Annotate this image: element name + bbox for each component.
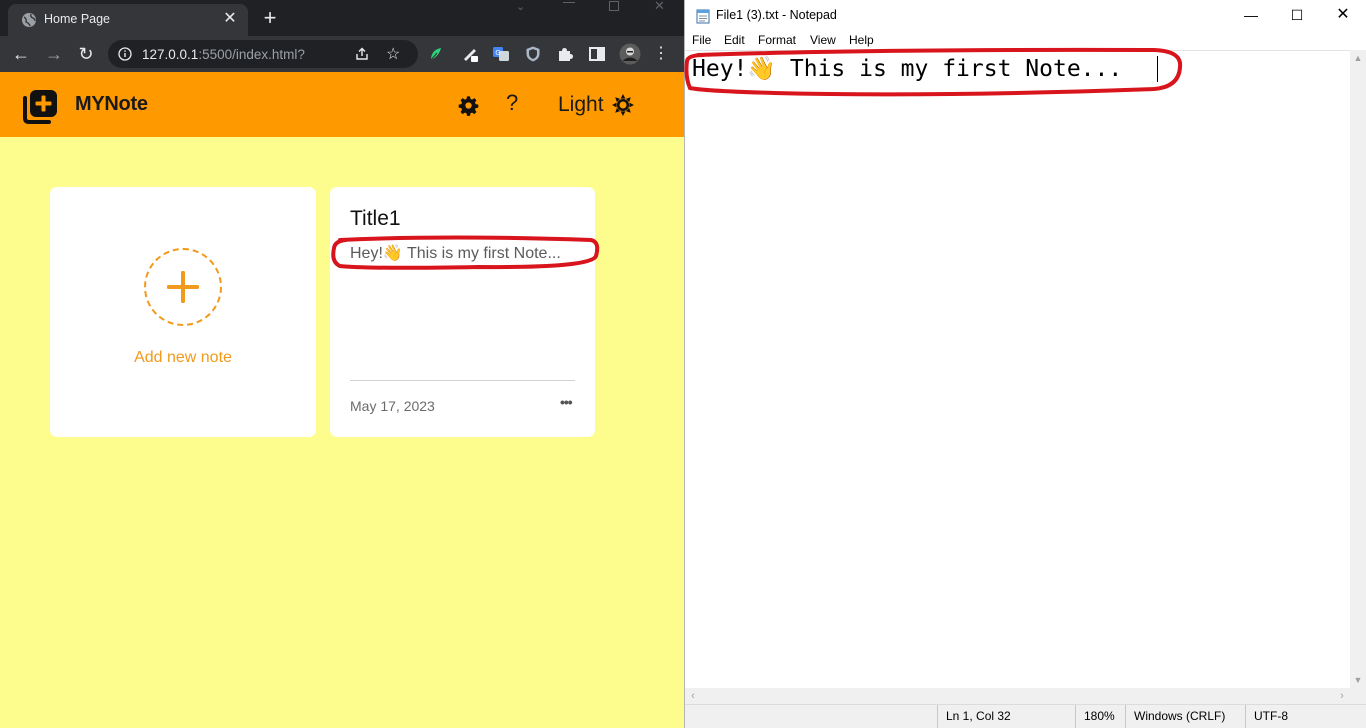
add-note-label: Add new note [134, 349, 232, 366]
menu-edit[interactable]: Edit [724, 33, 745, 47]
status-encoding: UTF-8 [1245, 705, 1366, 728]
menu-file[interactable]: File [692, 33, 711, 47]
maximize-icon[interactable] [609, 1, 619, 11]
shield-extension-icon[interactable] [524, 45, 542, 63]
status-position: Ln 1, Col 32 [937, 705, 1075, 728]
url-path: :5500/index.html? [198, 47, 305, 62]
help-button[interactable]: ? [506, 90, 518, 116]
info-icon[interactable] [118, 47, 132, 61]
plus-icon [167, 271, 199, 303]
close-window-icon[interactable]: ✕ [654, 0, 665, 13]
notepad-text[interactable]: Hey!👋 This is my first Note... [692, 55, 1122, 82]
close-button[interactable]: ✕ [1320, 0, 1366, 30]
profile-avatar-icon[interactable] [619, 43, 641, 65]
note-divider [350, 380, 575, 381]
menu-help[interactable]: Help [849, 33, 874, 47]
app-header: MYNote ? Light [0, 72, 684, 137]
add-note-button[interactable] [144, 248, 222, 326]
maximize-button[interactable]: ☐ [1274, 0, 1320, 30]
notepad-window-title: File1 (3).txt - Notepad [716, 8, 837, 22]
bookmark-star-icon[interactable]: ☆ [386, 44, 400, 64]
extension-pen-icon[interactable] [461, 45, 479, 63]
note-card[interactable]: Title1 Hey!👋 This is my first Note... Ma… [330, 187, 595, 437]
menu-format[interactable]: Format [758, 33, 796, 47]
scroll-up-icon[interactable]: ▲ [1350, 50, 1366, 66]
minimize-button[interactable]: — [1228, 0, 1274, 30]
status-line-ending: Windows (CRLF) [1125, 705, 1245, 728]
translate-icon[interactable]: G [492, 45, 510, 63]
note-date: May 17, 2023 [350, 398, 435, 414]
horizontal-scrollbar[interactable]: ‹ › [685, 688, 1350, 704]
reload-button[interactable]: ↻ [74, 42, 98, 66]
svg-text:G: G [495, 49, 500, 57]
scroll-left-icon[interactable]: ‹ [685, 688, 701, 704]
globe-icon [22, 13, 36, 27]
notepad-window: File1 (3).txt - Notepad — ☐ ✕ File Edit … [684, 0, 1366, 728]
browser-toolbar: ← → ↻ 127.0.0.1:5500/index.html? ☆ G ⋮ [0, 36, 684, 72]
tab-title: Home Page [44, 12, 111, 26]
back-button[interactable]: ← [9, 42, 33, 66]
scrollbar-corner [1350, 688, 1366, 704]
notepad-menubar: File Edit Format View Help [685, 30, 1366, 50]
new-tab-button[interactable]: + [258, 4, 282, 32]
close-tab-icon[interactable]: ✕ [220, 9, 240, 29]
note-menu-icon[interactable]: ••• [560, 394, 573, 410]
text-caret [1157, 56, 1158, 82]
puzzle-extensions-icon[interactable] [556, 45, 574, 63]
forward-button[interactable]: → [42, 42, 66, 66]
share-icon[interactable] [354, 46, 370, 62]
note-title: Title1 [350, 207, 401, 230]
url-text: 127.0.0.1:5500/index.html? [142, 47, 305, 62]
theme-toggle-label[interactable]: Light [558, 93, 604, 117]
notepad-titlebar: File1 (3).txt - Notepad — ☐ ✕ [685, 0, 1366, 30]
add-note-card[interactable]: Add new note [50, 187, 316, 437]
browser-tab[interactable]: Home Page ✕ [8, 4, 248, 36]
extension-leaf-icon[interactable] [427, 45, 445, 63]
notepad-app-icon [696, 9, 710, 24]
url-host: 127.0.0.1 [142, 47, 199, 62]
tab-strip: Home Page ✕ + ⌄ ✕ [0, 0, 684, 36]
app-brand: MYNote [75, 93, 148, 115]
minimize-icon[interactable] [563, 2, 575, 3]
menu-view[interactable]: View [810, 33, 836, 47]
notepad-editor[interactable]: Hey!👋 This is my first Note... [684, 47, 1350, 688]
side-panel-icon[interactable] [588, 45, 606, 63]
browser-window: Home Page ✕ + ⌄ ✕ ← → ↻ 127.0.0.1:5500/i… [0, 0, 684, 728]
mynote-logo-icon [23, 90, 57, 124]
note-body: Hey!👋 This is my first Note... [350, 245, 561, 262]
status-zoom: 180% [1075, 705, 1125, 728]
vertical-scrollbar[interactable]: ▲ ▼ [1350, 50, 1366, 688]
settings-gear-icon[interactable] [458, 95, 479, 116]
chrome-menu-icon[interactable]: ⋮ [649, 42, 673, 66]
address-bar[interactable]: 127.0.0.1:5500/index.html? ☆ [108, 40, 418, 68]
scroll-right-icon[interactable]: › [1334, 688, 1350, 704]
tab-search-icon[interactable]: ⌄ [516, 0, 525, 14]
sun-theme-icon[interactable] [612, 94, 634, 116]
scroll-down-icon[interactable]: ▼ [1350, 672, 1366, 688]
notepad-statusbar: Ln 1, Col 32 180% Windows (CRLF) UTF-8 [685, 704, 1366, 728]
